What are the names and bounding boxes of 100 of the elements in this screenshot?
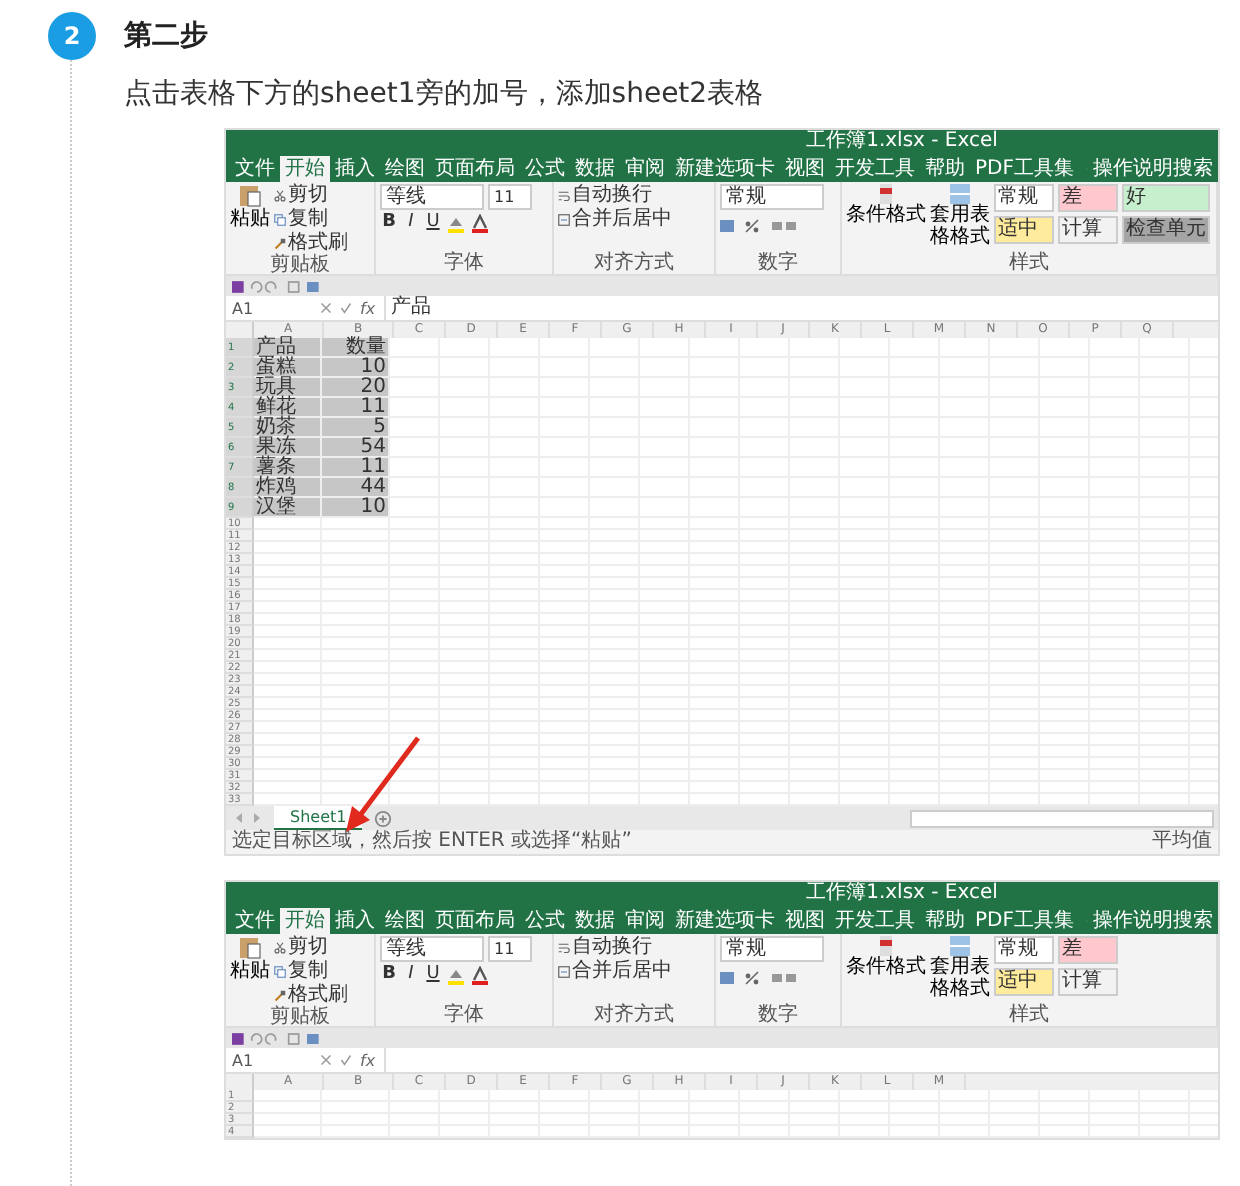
ribbon-tab[interactable]: 帮助 [920,907,970,933]
cell-style-swatch[interactable]: 差 [1058,936,1118,964]
fill-color-icon[interactable] [446,213,466,233]
cut-button[interactable]: 剪切 [274,936,348,958]
number-format-icons[interactable] [720,218,800,234]
fill-color-icon[interactable] [446,965,466,985]
font-color-icon[interactable] [470,965,490,985]
number-format-dropdown[interactable]: 常规 [720,936,824,962]
ribbon-tab[interactable]: 审阅 [620,907,670,933]
table-cell: 44 [322,478,390,498]
paste-button[interactable]: 粘贴 [230,184,270,254]
ribbon-tab[interactable]: 视图 [780,155,830,181]
font-color-icon[interactable] [470,213,490,233]
paste-button[interactable]: 粘贴 [230,936,270,1006]
ribbon-tab[interactable]: 新建选项卡 [670,907,780,933]
ribbon-tab[interactable]: 文件 [230,907,280,933]
font-name-dropdown[interactable]: 等线 [380,184,484,210]
format-painter-button[interactable]: 格式刷 [274,232,348,254]
font-style-button[interactable]: B [380,212,398,234]
font-size-dropdown[interactable]: 11 [488,936,532,962]
ribbon-tab[interactable]: 新建选项卡 [670,155,780,181]
ribbon-tab[interactable]: 开发工具 [830,155,920,181]
copy-button[interactable]: 复制 [274,208,348,230]
cell-style-swatch[interactable]: 常规 [994,184,1054,212]
brush-icon [274,989,286,1001]
cancel-icon[interactable] [320,1054,332,1066]
ribbon-tab[interactable]: 公式 [520,907,570,933]
formula-bar-field[interactable]: 产品 [383,296,1218,320]
ribbon-tab[interactable]: 公式 [520,155,570,181]
table-cell: 54 [322,438,390,458]
ribbon-tab[interactable]: 插入 [330,155,380,181]
name-box[interactable]: A1 [232,1051,312,1069]
name-box[interactable]: A1 [232,299,312,317]
font-name-dropdown[interactable]: 等线 [380,936,484,962]
cell-style-swatch[interactable]: 检查单元 [1122,216,1210,244]
ribbon-tab[interactable]: 数据 [570,907,620,933]
horizontal-scrollbar[interactable] [910,809,1214,827]
ribbon-tab[interactable]: 数据 [570,155,620,181]
table-cell: 蛋糕 [254,358,322,378]
font-style-button[interactable]: B [380,964,398,986]
insert-function-button[interactable]: fx [360,299,376,317]
ribbon-tab[interactable]: 开始 [280,155,330,181]
ribbon-tab[interactable]: PDF工具集 [970,155,1079,181]
ribbon-tab[interactable]: 文件 [230,155,280,181]
merge-center-button[interactable]: 合并后居中 [558,960,710,982]
ribbon-tab[interactable]: 绘图 [380,155,430,181]
copy-button[interactable]: 复制 [274,960,348,982]
merge-center-button[interactable]: 合并后居中 [558,208,710,230]
ribbon-tab[interactable]: 插入 [330,907,380,933]
tell-me-search[interactable]: 操作说明搜索 [1088,155,1218,181]
tell-me-search[interactable]: 操作说明搜索 [1088,907,1218,933]
format-as-table-button[interactable]: 套用表格格式 [930,936,990,1004]
wrap-text-button[interactable]: 自动换行 [558,184,710,206]
number-format-dropdown[interactable]: 常规 [720,184,824,210]
scissors-icon [274,189,286,201]
font-size-dropdown[interactable]: 11 [488,184,532,210]
format-painter-button[interactable]: 格式刷 [274,984,348,1006]
cancel-icon[interactable] [320,302,332,314]
cell-style-swatch[interactable]: 好 [1122,184,1210,212]
table-cell: 11 [322,458,390,478]
ribbon-tab[interactable]: 绘图 [380,907,430,933]
cell-style-swatch[interactable]: 计算 [1058,968,1118,996]
sheet-navigation-icons[interactable] [234,812,262,824]
ribbon-tab[interactable]: PDF工具集 [970,907,1079,933]
font-style-button[interactable]: I [402,964,420,986]
step-number-badge: 2 [48,12,96,60]
add-sheet-icon[interactable] [374,809,393,827]
ribbon-tab[interactable]: 帮助 [920,155,970,181]
ribbon-tab[interactable]: 开始 [280,907,330,933]
cell-style-swatch[interactable]: 适中 [994,968,1054,996]
font-style-button[interactable]: U [424,212,442,234]
confirm-icon[interactable] [340,1054,352,1066]
step-instruction: 点击表格下方的sheet1旁的加号，添加sheet2表格 [124,76,766,112]
font-style-button[interactable]: I [402,212,420,234]
ribbon-tab[interactable]: 页面布局 [430,907,520,933]
cell-style-swatch[interactable]: 差 [1058,184,1118,212]
group-label: 对齐方式 [592,1004,676,1026]
table-cell: 数量 [322,338,390,358]
scissors-icon [274,941,286,953]
format-as-table-button[interactable]: 套用表格格式 [930,184,990,252]
group-label: 样式 [1007,1004,1051,1026]
table-cell: 汉堡 [254,498,322,518]
cell-style-swatch[interactable]: 计算 [1058,216,1118,244]
ribbon-tab[interactable]: 开发工具 [830,907,920,933]
table-cell: 10 [322,358,390,378]
wrap-text-button[interactable]: 自动换行 [558,936,710,958]
number-format-icons[interactable] [720,970,800,986]
ribbon-tab[interactable]: 视图 [780,907,830,933]
cell-style-swatch[interactable]: 常规 [994,936,1054,964]
ribbon-tab[interactable]: 页面布局 [430,155,520,181]
table-cell: 鲜花 [254,398,322,418]
ribbon-tab[interactable]: 审阅 [620,155,670,181]
confirm-icon[interactable] [340,302,352,314]
group-label: 剪贴板 [268,254,332,276]
conditional-format-button[interactable]: 条件格式 [846,936,926,1004]
font-style-button[interactable]: U [424,964,442,986]
cut-button[interactable]: 剪切 [274,184,348,206]
insert-function-button[interactable]: fx [360,1051,376,1069]
conditional-format-button[interactable]: 条件格式 [846,184,926,252]
cell-style-swatch[interactable]: 适中 [994,216,1054,244]
